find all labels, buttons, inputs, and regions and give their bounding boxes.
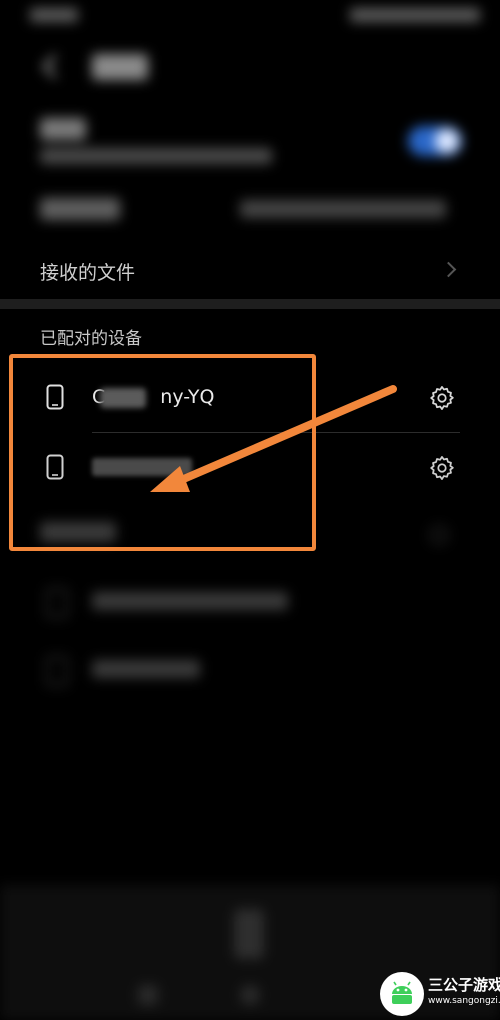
watermark: 三公子游戏网 www.sangongzi.net: [380, 962, 500, 1016]
received-files-row[interactable]: 接收的文件: [0, 246, 500, 294]
gear-icon[interactable]: [428, 454, 456, 482]
chevron-right-icon: [440, 261, 457, 278]
available-device-row[interactable]: [0, 640, 500, 700]
watermark-brand: 三公子游戏网: [428, 976, 500, 994]
device-name-value: [240, 200, 446, 218]
received-files-label: 接收的文件: [40, 262, 136, 284]
status-bar: [0, 0, 500, 30]
android-icon: [392, 981, 412, 1004]
bluetooth-label: [40, 118, 86, 140]
highlight-box: [9, 354, 316, 551]
status-time: [30, 8, 78, 22]
phone-icon: [46, 588, 68, 618]
section-divider: [0, 299, 500, 309]
nav-home-icon[interactable]: [240, 985, 260, 1005]
gear-icon[interactable]: [428, 384, 456, 412]
loading-spinner-icon: [430, 526, 448, 544]
bluetooth-description: [40, 148, 272, 164]
phone-icon: [46, 656, 68, 686]
page-title: [92, 54, 148, 80]
available-device-name: [92, 592, 288, 610]
bottom-button[interactable]: [234, 909, 264, 959]
header: [0, 40, 500, 96]
bluetooth-toggle-row[interactable]: [0, 108, 500, 178]
available-device-row[interactable]: [0, 572, 500, 632]
status-icons: [350, 8, 480, 22]
paired-devices-title: 已配对的设备: [40, 329, 142, 349]
watermark-url: www.sangongzi.net: [428, 996, 500, 1006]
device-name-row[interactable]: [0, 186, 500, 232]
available-device-name: [92, 660, 200, 678]
bluetooth-toggle[interactable]: [408, 126, 462, 156]
nav-back-icon[interactable]: [138, 985, 158, 1005]
device-name-label: [40, 198, 120, 220]
back-arrow-icon[interactable]: [34, 50, 68, 84]
